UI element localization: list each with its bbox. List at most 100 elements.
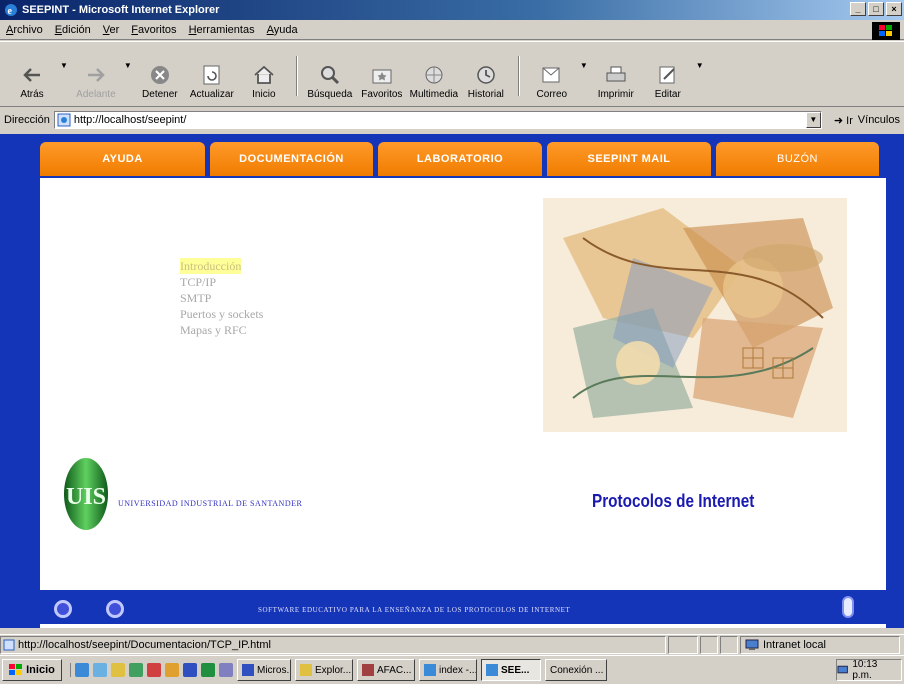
quick-launch-app-icon[interactable] bbox=[129, 663, 143, 677]
doc-link-introduccion[interactable]: Introducción bbox=[180, 258, 242, 274]
media-button[interactable]: Multimedia bbox=[408, 44, 460, 100]
back-button[interactable]: Atrás bbox=[6, 44, 58, 100]
nav-tab-ayuda[interactable]: AYUDA bbox=[40, 142, 205, 176]
mail-button[interactable]: Correo bbox=[526, 44, 578, 100]
capsule-icon[interactable] bbox=[842, 596, 854, 618]
footer-text: SOFTWARE EDUCATIVO PARA LA ENSEÑANZA DE … bbox=[258, 606, 571, 614]
page-icon bbox=[3, 639, 15, 650]
windows-logo-icon bbox=[9, 664, 23, 675]
go-button[interactable]: ➜ Ir bbox=[834, 114, 853, 127]
quick-launch-ie-icon[interactable] bbox=[75, 663, 89, 677]
task-label: Micros... bbox=[257, 664, 290, 676]
nav-tab-laboratorio[interactable]: LABORATORIO bbox=[378, 142, 542, 176]
doc-link-mapas-rfc[interactable]: Mapas y RFC bbox=[180, 322, 263, 338]
toolbar-separator bbox=[517, 56, 520, 96]
menu-herramientas[interactable]: Herramientas bbox=[189, 24, 255, 36]
task-button[interactable]: Micros... bbox=[237, 659, 291, 681]
content-panel: Introducción TCP/IP SMTP Puertos y socke… bbox=[40, 178, 886, 590]
quick-launch-word-icon[interactable] bbox=[183, 663, 197, 677]
mail-label: Correo bbox=[536, 89, 568, 100]
site-nav: AYUDA DOCUMENTACIÓN LABORATORIO SEEPINT … bbox=[40, 142, 879, 176]
doc-link-smtp[interactable]: SMTP bbox=[180, 290, 263, 306]
menu-archivo[interactable]: Archivo bbox=[6, 24, 43, 36]
task-button[interactable]: Conexión ... bbox=[545, 659, 607, 681]
circle-button-left[interactable] bbox=[54, 600, 72, 618]
nav-tab-documentacion[interactable]: DOCUMENTACIÓN bbox=[210, 142, 373, 176]
nav-tab-buzon[interactable]: BUZÓN bbox=[716, 142, 879, 176]
status-cell bbox=[720, 635, 738, 654]
page-viewport: AYUDA DOCUMENTACIÓN LABORATORIO SEEPINT … bbox=[0, 134, 904, 628]
task-button[interactable]: AFAC... bbox=[357, 659, 415, 681]
network-icon[interactable] bbox=[837, 664, 848, 676]
nav-tab-seepint-mail[interactable]: SEEPINT MAIL bbox=[547, 142, 711, 176]
menu-edicion[interactable]: Edición bbox=[55, 24, 91, 36]
address-dropdown[interactable]: ▼ bbox=[805, 112, 821, 128]
quick-launch-app-icon[interactable] bbox=[219, 663, 233, 677]
back-label: Atrás bbox=[20, 89, 44, 100]
forward-dropdown[interactable]: ▼ bbox=[124, 61, 132, 70]
start-button[interactable]: Inicio bbox=[2, 659, 62, 681]
address-input[interactable]: http://localhost/seepint/ ▼ bbox=[53, 111, 822, 129]
media-label: Multimedia bbox=[409, 89, 459, 100]
home-icon bbox=[254, 65, 274, 84]
refresh-label: Actualizar bbox=[189, 89, 234, 100]
task-button[interactable]: index -... bbox=[419, 659, 477, 681]
edit-icon bbox=[659, 66, 675, 84]
print-button[interactable]: Imprimir bbox=[590, 44, 642, 100]
status-url: http://localhost/seepint/Documentacion/T… bbox=[18, 638, 271, 651]
close-button[interactable]: × bbox=[886, 2, 902, 16]
subject-title: Protocolos de Internet bbox=[592, 491, 755, 511]
refresh-button[interactable]: Actualizar bbox=[186, 44, 238, 100]
favorites-button[interactable]: Favoritos bbox=[356, 44, 408, 100]
minimize-button[interactable]: _ bbox=[850, 2, 866, 16]
network-collage-image bbox=[543, 198, 847, 432]
edit-button[interactable]: Editar bbox=[642, 44, 694, 100]
quick-launch-app-icon[interactable] bbox=[165, 663, 179, 677]
quick-launch-folder-icon[interactable] bbox=[111, 663, 125, 677]
forward-button[interactable]: Adelante bbox=[70, 44, 122, 100]
home-button[interactable]: Inicio bbox=[238, 44, 290, 100]
task-label: Conexión ... bbox=[550, 664, 604, 676]
quick-launch-app-icon[interactable] bbox=[147, 663, 161, 677]
task-button-active[interactable]: SEE... bbox=[481, 659, 541, 681]
app-icon bbox=[362, 664, 374, 676]
print-label: Imprimir bbox=[597, 89, 634, 100]
taskbar: Inicio Micros... Explor... AFAC... index… bbox=[0, 655, 904, 684]
zone-label: Intranet local bbox=[763, 638, 826, 651]
quick-launch bbox=[70, 663, 233, 677]
ie-icon: e bbox=[5, 4, 17, 17]
history-label: Historial bbox=[467, 89, 504, 100]
history-button[interactable]: Historial bbox=[460, 44, 512, 100]
task-button[interactable]: Explor... bbox=[295, 659, 353, 681]
stop-icon bbox=[150, 66, 169, 84]
go-label: Ir bbox=[846, 114, 853, 127]
documentation-menu: Introducción TCP/IP SMTP Puertos y socke… bbox=[180, 258, 263, 338]
search-button[interactable]: Búsqueda bbox=[304, 44, 356, 100]
doc-link-tcp-ip[interactable]: TCP/IP bbox=[180, 274, 263, 290]
menu-ver[interactable]: Ver bbox=[103, 24, 120, 36]
menu-favoritos[interactable]: Favoritos bbox=[131, 24, 176, 36]
quick-launch-outlook-icon[interactable] bbox=[93, 663, 107, 677]
edit-dropdown[interactable]: ▼ bbox=[696, 61, 704, 70]
circle-button-right[interactable] bbox=[106, 600, 124, 618]
forward-label: Adelante bbox=[76, 89, 116, 100]
university-name: UNIVERSIDAD INDUSTRIAL DE SANTANDER bbox=[118, 499, 303, 508]
forward-arrow-icon bbox=[87, 68, 105, 82]
quick-launch-excel-icon[interactable] bbox=[201, 663, 215, 677]
ie-icon bbox=[424, 664, 436, 676]
task-label: SEE... bbox=[501, 664, 530, 676]
status-cell bbox=[700, 635, 718, 654]
menu-ayuda[interactable]: Ayuda bbox=[267, 24, 298, 36]
stop-button[interactable]: Detener bbox=[134, 44, 186, 100]
mail-dropdown[interactable]: ▼ bbox=[580, 61, 588, 70]
task-label: Explor... bbox=[315, 664, 352, 676]
logo-text: UIS bbox=[66, 484, 106, 510]
doc-link-puertos-sockets[interactable]: Puertos y sockets bbox=[180, 306, 263, 322]
security-zone: Intranet local bbox=[740, 635, 900, 654]
clock[interactable]: 10:13 p.m. bbox=[852, 659, 897, 681]
links-label[interactable]: Vínculos bbox=[858, 114, 900, 126]
home-label: Inicio bbox=[252, 89, 276, 100]
maximize-button[interactable]: □ bbox=[868, 2, 884, 16]
back-dropdown[interactable]: ▼ bbox=[60, 61, 68, 70]
refresh-icon bbox=[203, 65, 220, 85]
